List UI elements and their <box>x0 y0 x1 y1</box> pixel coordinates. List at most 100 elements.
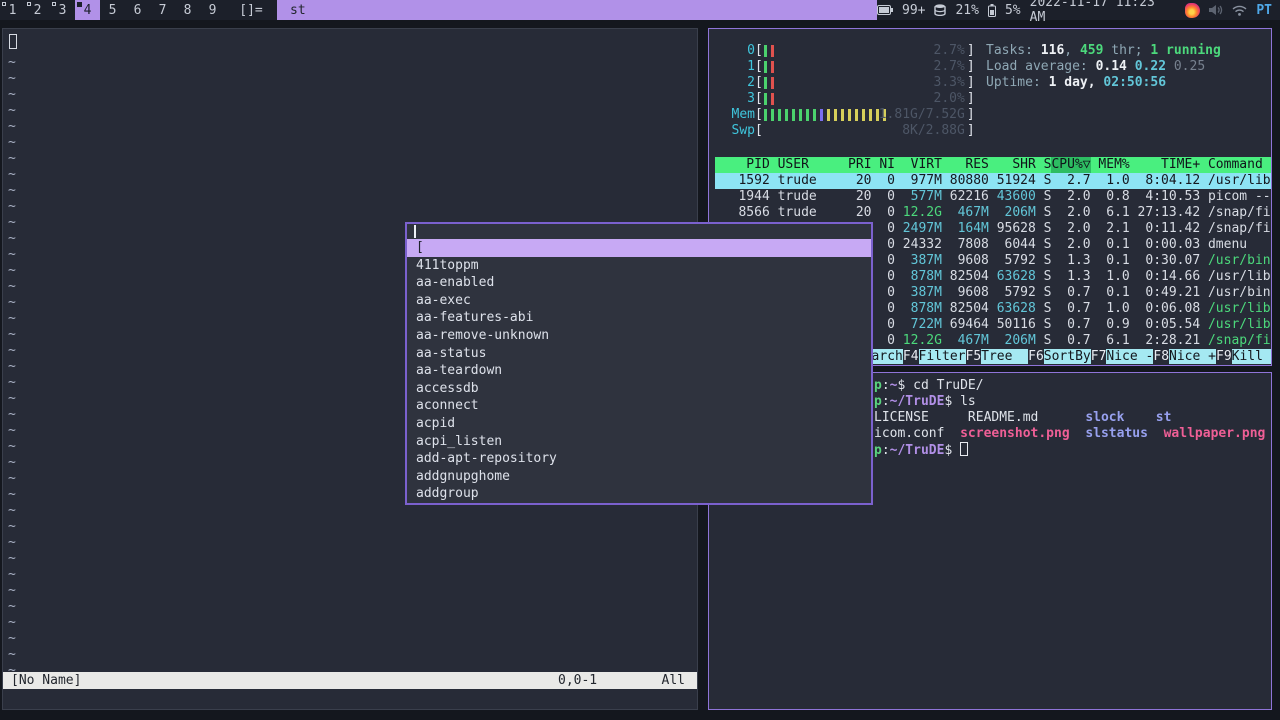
vim-tilde: ~ <box>8 423 16 438</box>
meter-value: 1.81G/7.52G <box>878 107 965 122</box>
vim-tilde: ~ <box>8 375 16 390</box>
firefox-tray-icon[interactable] <box>1185 2 1201 18</box>
process-cell: 80880 <box>949 173 989 188</box>
dmenu-item[interactable]: 411toppm <box>407 257 871 275</box>
column-header-user[interactable]: USER <box>770 157 848 173</box>
dmenu-item[interactable]: add-apt-repository <box>407 450 871 468</box>
process-cell: 2:28.21 <box>1145 333 1201 348</box>
workspace-tag-2[interactable]: 2 <box>25 0 50 20</box>
column-header-command[interactable]: Command <box>1200 157 1263 173</box>
vim-tilde: ~ <box>8 119 16 134</box>
process-cell: S <box>1043 189 1052 204</box>
workspace-tag-6[interactable]: 6 <box>125 0 150 20</box>
process-cell: 20 <box>855 173 872 188</box>
info-segment: Load average: <box>986 59 1096 74</box>
meter-label: 3 <box>747 91 755 106</box>
tag-occupied-indicator <box>77 2 82 7</box>
column-header-time[interactable]: TIME+ <box>1130 157 1200 173</box>
dmenu-item[interactable]: aa-enabled <box>407 274 871 292</box>
dmenu-item[interactable]: aa-status <box>407 345 871 363</box>
process-row[interactable]: 1592 trude 20 0 977M 80880 51924 S 2.7 1.0 8:04.12… <box>715 173 1271 189</box>
dmenu-item[interactable]: aa-exec <box>407 292 871 310</box>
terminal-line: p:~/TruDE$ <box>874 442 969 459</box>
column-header-ni[interactable]: NI <box>872 157 895 173</box>
layout-symbol[interactable]: []= <box>225 0 277 20</box>
meter-0: 0[2.7%] <box>717 43 974 59</box>
dmenu-item[interactable]: [ <box>407 239 871 257</box>
process-row[interactable]: 1944 trude 20 0 577M 62216 43600 S 2.0 0.8 4:10.53… <box>715 189 1271 205</box>
dmenu-item[interactable]: aconnect <box>407 397 871 415</box>
fkey-f7[interactable]: F7Nice - <box>1091 349 1154 365</box>
htop-table-header[interactable]: PID USER PRI NI VIRT RES SHR SCPU%▽ MEM% TIME+ Com… <box>715 157 1271 173</box>
column-header-mem[interactable]: MEM% <box>1091 157 1129 173</box>
workspace-tag-5[interactable]: 5 <box>100 0 125 20</box>
volume-icon[interactable] <box>1209 4 1223 16</box>
column-header-s[interactable]: S <box>1036 157 1052 173</box>
workspace-tag-1[interactable]: 1 <box>0 0 25 20</box>
fkey-f6[interactable]: F6SortBy <box>1028 349 1091 365</box>
fkey-action: Nice - <box>1106 349 1154 364</box>
vim-tilde: ~ <box>8 487 16 502</box>
column-header-virt[interactable]: VIRT <box>895 157 942 173</box>
meter-close-bracket: ] <box>966 91 975 106</box>
memory-icon <box>934 4 947 16</box>
meter-label: 0 <box>747 43 755 58</box>
dmenu-input[interactable] <box>407 224 871 239</box>
dmenu-item[interactable]: aa-teardown <box>407 362 871 380</box>
workspace-tag-4[interactable]: 4 <box>75 0 100 20</box>
process-cell: dmenu <box>1207 237 1248 252</box>
info-segment: 0.25 <box>1173 59 1206 74</box>
dmenu-item[interactable]: aa-remove-unknown <box>407 327 871 345</box>
workspace-tag-9[interactable]: 9 <box>200 0 225 20</box>
terminal-segment: LICENSE <box>874 410 968 425</box>
workspace-tag-8[interactable]: 8 <box>175 0 200 20</box>
meter-value: 3.3% <box>933 75 965 90</box>
column-header-cpu[interactable]: CPU%▽ <box>1051 157 1091 173</box>
workspace-tag-7[interactable]: 7 <box>150 0 175 20</box>
process-cell: 2.7 <box>1067 173 1091 188</box>
column-header-pri[interactable]: PRI <box>848 157 871 173</box>
dmenu-item[interactable]: acpid <box>407 415 871 433</box>
meter-open-bracket: [ <box>755 91 763 106</box>
process-cell: 50116 <box>996 317 1036 332</box>
wifi-icon[interactable] <box>1232 5 1247 16</box>
meter-bars <box>763 61 774 73</box>
column-header-pid[interactable]: PID <box>715 157 769 173</box>
process-cell: 63628 <box>996 269 1036 284</box>
column-header-shr[interactable]: SHR <box>989 157 1035 173</box>
process-cell: 0 <box>887 317 895 332</box>
vim-tilde: ~ <box>8 359 16 374</box>
meter-body: 2.0% <box>763 91 967 107</box>
battery-percent: 99+ <box>902 2 926 18</box>
dmenu-item[interactable]: accessdb <box>407 380 871 398</box>
process-row[interactable]: 8566 trude 20 0 12.2G 467M 206M S 2.0 6.1 27:13.42… <box>715 205 1271 221</box>
dmenu-item[interactable]: acpi_listen <box>407 433 871 451</box>
column-header-res[interactable]: RES <box>942 157 988 173</box>
process-cell: 8566 <box>738 205 770 220</box>
terminal-line: LICENSE README.md slock st <box>874 410 1171 426</box>
meter-close-bracket: ] <box>966 107 975 122</box>
process-cell: 387M <box>910 285 942 300</box>
process-cell: 7808 <box>957 237 989 252</box>
process-cell: 1.0 <box>1106 269 1130 284</box>
info-segment: thr <box>1103 43 1135 58</box>
meter-bar <box>791 109 795 121</box>
dmenu-item[interactable]: addgnupghome <box>407 468 871 486</box>
keyboard-layout-indicator[interactable]: PT <box>1256 3 1272 18</box>
process-cell: trude <box>777 173 817 188</box>
workspace-tag-3[interactable]: 3 <box>50 0 75 20</box>
dmenu-item[interactable]: addgroup <box>407 485 871 503</box>
process-cell: 0.7 <box>1067 301 1091 316</box>
dmenu-item[interactable]: aa-features-abi <box>407 309 871 327</box>
tag-occupied-indicator <box>27 2 31 6</box>
meter-bar <box>777 109 781 121</box>
meter-label: 2 <box>747 75 755 90</box>
info-segment: 0.22 <box>1134 59 1174 74</box>
fkey-f4[interactable]: F4Filter <box>903 349 966 365</box>
vim-tilde: ~ <box>8 263 16 278</box>
vim-tilde: ~ <box>8 279 16 294</box>
fkey-f8[interactable]: F8Nice + <box>1153 349 1216 365</box>
fkey-f9[interactable]: F9Kill <box>1216 349 1271 365</box>
fkey-f5[interactable]: F5Tree <box>966 349 1029 365</box>
info-segment: 1 day, <box>1048 75 1104 90</box>
